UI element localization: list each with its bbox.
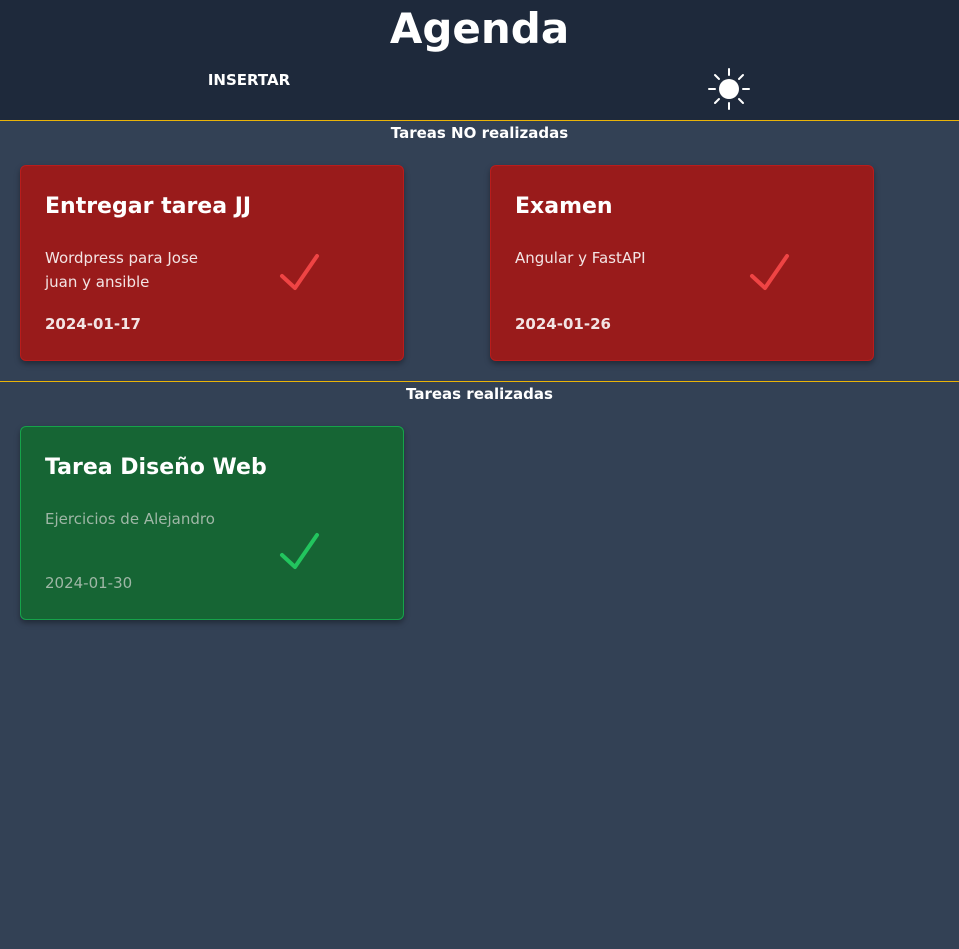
complete-task-button[interactable] [745,250,795,296]
theme-toggle-button[interactable] [707,67,751,111]
section-divider [0,120,959,121]
insert-button[interactable]: INSERTAR [202,68,296,92]
task-card: Entregar tarea JJ Wordpress para Jose ju… [20,165,404,361]
undo-task-button[interactable] [275,529,325,575]
task-title: Tarea Diseño Web [45,455,267,480]
task-title: Examen [515,194,613,219]
section-divider [0,381,959,382]
task-date: 2024-01-26 [515,315,611,333]
check-icon [280,533,319,569]
check-icon [750,254,789,290]
pending-section-title: Tareas NO realizadas [390,124,569,142]
task-date: 2024-01-17 [45,315,141,333]
task-description: Wordpress para Jose juan y ansible [45,249,199,291]
app-header: Agenda INSERTAR [0,0,959,120]
app-title: Agenda [389,4,570,53]
task-title: Entregar tarea JJ [45,194,252,219]
task-card: Examen Angular y FastAPI 2024-01-26 [490,165,874,361]
task-date: 2024-01-30 [45,574,133,592]
task-description: Angular y FastAPI [515,249,646,267]
complete-task-button[interactable] [275,250,325,296]
task-description: Ejercicios de Alejandro [45,510,215,528]
task-card: Tarea Diseño Web Ejercicios de Alejandro… [20,426,404,620]
done-section-title: Tareas realizadas [406,385,553,403]
sun-icon [708,68,750,110]
check-icon [280,254,319,290]
